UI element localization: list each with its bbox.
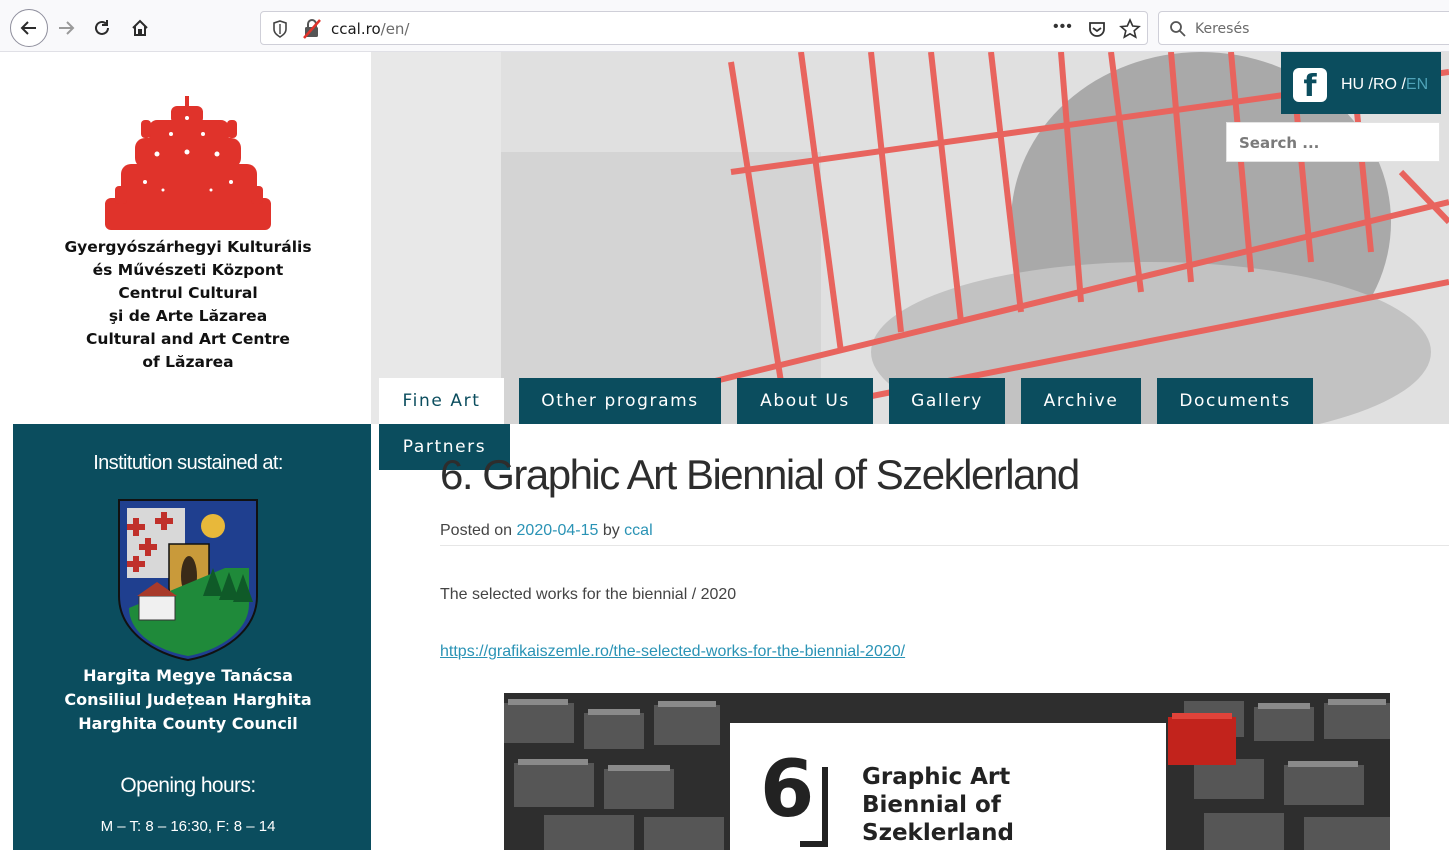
nav-archive[interactable]: Archive [1021,378,1141,424]
brand-line: Gyergyószárhegyi Kulturális [64,238,312,256]
nav-other-programs[interactable]: Other programs [519,378,721,424]
brand-line: şi de Arte Lăzarea [108,307,268,325]
council-line: Consiliul Județean Harghita [64,690,312,709]
post-text: The selected works for the biennial / 20… [440,586,737,603]
language-links: HU /RO /EN [1341,76,1428,94]
header-hero: f HU /RO /EN Search ... [371,52,1449,424]
opening-hours-title: Opening hours: [120,774,256,797]
browser-search-placeholder: Keresés [1195,21,1250,37]
county-council-name: Hargita Megye Tanácsa Consiliul Județean… [13,664,363,736]
poster-title: Graphic Art Biennial of Szeklerland [862,763,1014,847]
poster-line: Szeklerland [862,820,1014,846]
lang-ro-link[interactable]: RO [1373,76,1397,93]
site-search-placeholder: Search ... [1239,134,1320,152]
insecure-lock-icon[interactable] [303,19,321,39]
post-date-link[interactable]: 2020-04-15 [517,522,599,539]
search-icon [1170,21,1186,37]
lang-hu-link[interactable]: HU [1341,76,1364,93]
nav-gallery[interactable]: Gallery [889,378,1005,424]
council-line: Harghita County Council [78,714,298,733]
opening-hours-text: M – T: 8 – 16:30, F: 8 – 14 [100,818,276,835]
post-author-link[interactable]: ccal [624,522,652,539]
bookmark-star-icon[interactable] [1119,18,1141,40]
url-text[interactable]: ccal.ro/en/ [331,20,409,38]
featured-image[interactable]: 6 Graphic Art Biennial of Szeklerland [504,693,1390,850]
poster-number: 6 [760,745,815,835]
browser-search-input[interactable]: Keresés [1158,11,1449,45]
reload-icon [95,20,109,35]
forward-button[interactable] [48,10,84,46]
brand-line: Cultural and Art Centre [86,330,290,348]
post-meta-by: by [602,522,620,539]
divider [440,545,1449,546]
poster-card: 6 Graphic Art Biennial of Szeklerland [730,723,1166,850]
home-button[interactable] [122,10,158,46]
reload-button[interactable] [84,10,120,46]
council-line: Hargita Megye Tanácsa [83,666,293,685]
shield-icon[interactable] [271,19,289,39]
url-bar[interactable]: ccal.ro/en/ ••• [260,11,1148,45]
sidebar: Institution sustained at: Hargita Megye … [13,424,371,850]
pocket-icon[interactable] [1087,19,1107,39]
url-path: /en/ [380,20,410,38]
nav-about-us[interactable]: About Us [737,378,873,424]
post-meta-prefix: Posted on [440,522,513,539]
browser-toolbar: ccal.ro/en/ ••• Keresés [0,0,1449,52]
page-actions-menu[interactable]: ••• [1053,18,1073,36]
home-icon [132,19,148,36]
post-external-link[interactable]: https://grafikaiszemle.ro/the-selected-w… [440,643,905,661]
county-coat-of-arms[interactable] [117,498,259,662]
back-button[interactable] [10,9,48,47]
brand-line: of Lăzarea [142,353,234,371]
site-search-input[interactable]: Search ... [1226,122,1440,162]
brand-line: és Művészeti Központ [92,261,284,279]
lang-separator: / [1397,76,1406,93]
nav-fine-art[interactable]: Fine Art [379,378,504,424]
site-branding[interactable]: Gyergyószárhegyi Kulturális és Művészeti… [13,52,371,424]
post-meta: Posted on 2020-04-15 by ccal [440,522,653,540]
url-domain: ccal.ro [331,20,381,38]
language-switcher: f HU /RO /EN [1281,52,1441,114]
castle-logo[interactable] [101,94,277,230]
arrow-left-icon [20,21,36,35]
brand-line: Centrul Cultural [118,284,258,302]
nav-documents[interactable]: Documents [1157,378,1313,424]
facebook-icon[interactable]: f [1293,68,1327,102]
lang-separator: / [1364,76,1373,93]
brand-name[interactable]: Gyergyószárhegyi Kulturális és Művészeti… [13,236,363,374]
arrow-right-icon [59,21,75,35]
poster-line: Graphic Art [862,764,1011,790]
lang-en-link[interactable]: EN [1406,76,1428,93]
post-title[interactable]: 6. Graphic Art Biennial of Szeklerland [440,451,1080,499]
sustained-label: Institution sustained at: [93,452,283,474]
poster-line: Biennial of [862,792,1001,818]
